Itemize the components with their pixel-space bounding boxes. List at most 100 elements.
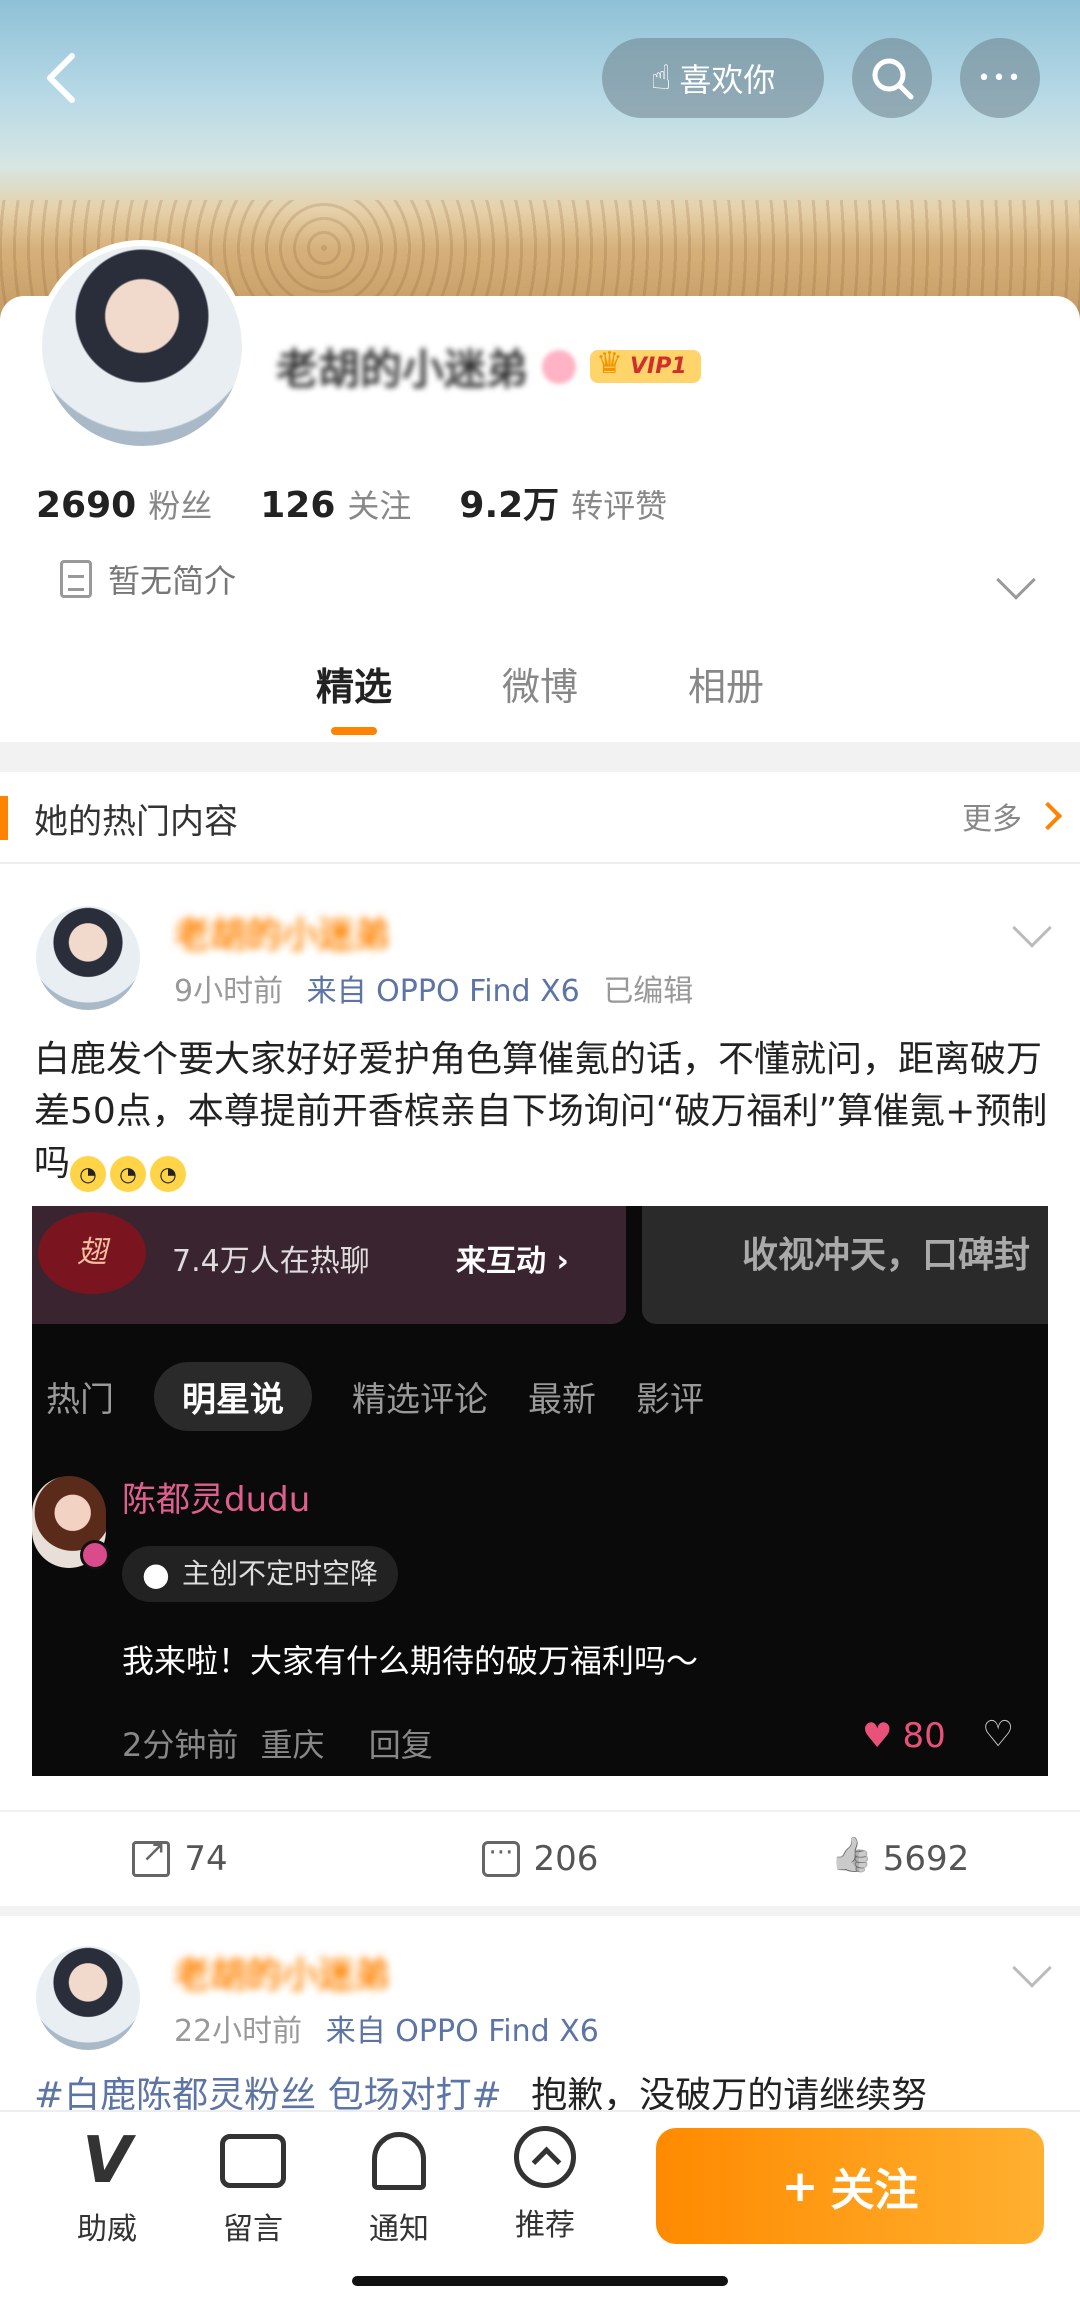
comment-footer: 2分钟前 重庆 回复 (122, 1720, 433, 1766)
hot-chat-card: 翅 7.4万人在热聊 来互动 › (32, 1206, 626, 1324)
show-logo: 翅 (38, 1212, 146, 1294)
more-label: 更多 (962, 802, 1022, 837)
like-you-button[interactable]: ☝ 喜欢你 (602, 38, 824, 118)
post-source[interactable]: 来自 OPPO Find X6 (307, 974, 580, 1009)
comment-location: 重庆 (260, 1726, 325, 1764)
emoji-icon: ◔ (70, 1156, 107, 1192)
cheer-button[interactable]: V 助威 (52, 2126, 162, 2248)
back-button[interactable] (34, 48, 94, 108)
recommend-icon (514, 2126, 576, 2188)
bio-row[interactable]: 暂无简介 (60, 556, 236, 602)
following-count[interactable]: 126 (260, 485, 335, 526)
search-icon (872, 58, 914, 100)
post-menu-chevron-icon[interactable] (1012, 1948, 1052, 1988)
creator-tag: 主创不定时空降 (122, 1546, 399, 1602)
post-author-avatar[interactable] (36, 906, 140, 1010)
post-image[interactable]: 翅 7.4万人在热聊 来互动 › 收视冲天，口碑封 热门 明星说 精选评论 最新… (32, 1206, 1048, 1776)
followers-count[interactable]: 2690 (36, 485, 136, 526)
cheer-label: 助威 (77, 2212, 137, 2247)
rating-banner: 收视冲天，口碑封 (642, 1206, 1048, 1324)
tab-featured[interactable]: 精选 (316, 656, 392, 735)
thumbs-up-icon (831, 1841, 869, 1877)
post-meta: 9小时前 来自 OPPO Find X6 已编辑 (174, 966, 693, 1010)
tab-album[interactable]: 相册 (688, 656, 764, 735)
post-author-name[interactable]: 老胡的小迷弟 (174, 1946, 390, 1998)
filter-hot: 热门 (46, 1380, 114, 1420)
like-you-label: 喜欢你 (679, 61, 776, 99)
post-time: 22小时前 (174, 2014, 303, 2049)
comment-like-count: 80 (902, 1716, 946, 1756)
following-label[interactable]: 关注 (347, 481, 411, 527)
follow-button[interactable]: + 关注 (656, 2128, 1044, 2244)
followers-label[interactable]: 粉丝 (148, 481, 212, 527)
profile-avatar[interactable] (36, 240, 248, 452)
post-body: 白鹿发个要大家好好爱护角色算催氪的话，不懂就问，距离破万差50点，本尊提前开香槟… (34, 1039, 1048, 1184)
back-icon (47, 53, 75, 103)
more-button[interactable]: ••• (960, 38, 1040, 118)
comment-button[interactable]: 206 (360, 1812, 720, 1906)
profile-tabs: 精选 微博 相册 (0, 656, 1080, 735)
message-icon (220, 2134, 286, 2188)
profile-stats: 2690 粉丝 126 关注 9.2万 转评赞 (36, 476, 715, 528)
heart-outline-icon: ♡ (982, 1714, 1015, 1755)
search-button[interactable] (852, 38, 932, 118)
post-meta: 22小时前 来自 OPPO Find X6 (174, 2006, 599, 2050)
divider (0, 742, 1080, 772)
bio-text: 暂无简介 (108, 562, 237, 600)
emoji-icon: ◔ (110, 1156, 147, 1192)
post-text: 白鹿发个要大家好好爱护角色算催氪的话，不懂就问，距离破万差50点，本尊提前开香槟… (34, 1034, 1054, 1192)
interactions-label: 转评赞 (571, 487, 668, 525)
recommend-label: 推荐 (515, 2208, 575, 2243)
bell-icon (372, 2132, 426, 2190)
repost-count: 74 (184, 1839, 228, 1879)
name-row: 老胡的小迷弟 VIP1 (276, 336, 701, 397)
share-icon (132, 1834, 171, 1877)
notify-button[interactable]: 通知 (344, 2126, 454, 2248)
divider (0, 1906, 1080, 1916)
post-author-name[interactable]: 老胡的小迷弟 (174, 906, 390, 958)
filter-featured: 精选评论 (352, 1380, 488, 1420)
post-hashtag[interactable]: #白鹿陈都灵粉丝 包场对打# (34, 2075, 502, 2110)
interactions-count: 9.2万 (459, 485, 560, 526)
plus-icon: + (781, 2160, 819, 2212)
section-title: 她的热门内容 (34, 802, 238, 842)
filter-latest: 最新 (528, 1380, 596, 1420)
hot-count: 7.4万人在热聊 (172, 1244, 370, 1279)
verified-badge-icon (80, 1540, 110, 1570)
rating-banner-text: 收视冲天，口碑封 (742, 1235, 1031, 1276)
post-source[interactable]: 来自 OPPO Find X6 (326, 2014, 599, 2049)
emoji-icon: ◔ (150, 1156, 187, 1192)
more-link[interactable]: 更多 (962, 794, 1063, 838)
post-body: 抱歉，没破万的请继续努 (531, 2075, 928, 2110)
document-icon (60, 560, 92, 598)
post-author-avatar[interactable] (36, 1946, 140, 2050)
post-edited-label: 已编辑 (603, 974, 694, 1009)
repost-button[interactable]: 74 (0, 1812, 360, 1906)
post-menu-chevron-icon[interactable] (1012, 908, 1052, 948)
interact-link: 来互动 › (456, 1244, 569, 1279)
recommend-button[interactable]: 推荐 (490, 2126, 600, 2244)
commenter-avatar (32, 1476, 110, 1570)
tab-weibo[interactable]: 微博 (502, 656, 578, 735)
home-indicator[interactable] (352, 2276, 728, 2286)
more-icon: ••• (977, 65, 1023, 91)
follow-label: 关注 (830, 2165, 919, 2216)
notify-label: 通知 (369, 2212, 429, 2247)
message-button[interactable]: 留言 (198, 2126, 308, 2248)
chevron-right-icon (1033, 801, 1063, 831)
like-button[interactable]: 5692 (720, 1812, 1080, 1906)
post-text: #白鹿陈都灵粉丝 包场对打# 抱歉，没破万的请继续努 (34, 2070, 1054, 2110)
comment-text: 我来啦！大家有什么期待的破万福利吗～ (122, 1642, 699, 1680)
comment-count: 206 (533, 1839, 599, 1879)
bottom-action-bar: V 助威 留言 通知 推荐 + 关注 (0, 2110, 1080, 2301)
profile-name: 老胡的小迷弟 (276, 345, 529, 394)
post-time: 9小时前 (174, 974, 284, 1009)
cheer-icon: V (82, 2124, 132, 2198)
commenter-name: 陈都灵dudu (122, 1480, 311, 1520)
hot-content-header: 她的热门内容 更多 (0, 772, 1080, 864)
filter-star-says: 明星说 (154, 1362, 312, 1431)
reply-label: 回复 (368, 1726, 433, 1764)
comment-likes: ♥ 80 (862, 1716, 946, 1756)
vip-badge[interactable]: VIP1 (590, 346, 701, 383)
comment-filters: 热门 明星说 精选评论 最新 影评 (46, 1362, 704, 1431)
